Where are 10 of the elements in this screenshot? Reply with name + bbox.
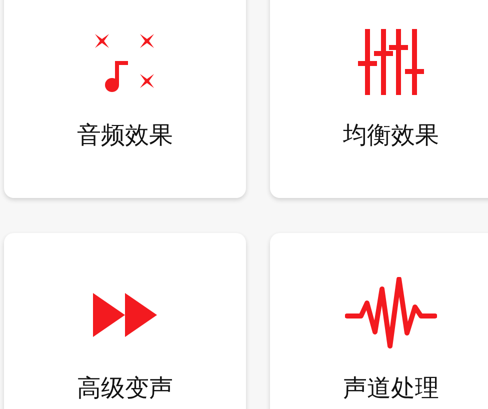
card-label: 声道处理 [343,373,439,403]
card-label: 高级变声 [77,373,173,403]
card-background[interactable]: 音频效果 [4,0,246,198]
fast-forward-icon [92,292,158,338]
card-background[interactable]: 均衡效果 [270,0,488,198]
card-background[interactable]: 高级变声 [4,233,246,409]
card-label: 均衡效果 [343,120,439,150]
card-background[interactable]: 声道处理 [270,233,488,409]
equalizer-icon [357,27,425,97]
card-label: 音频效果 [77,120,173,150]
